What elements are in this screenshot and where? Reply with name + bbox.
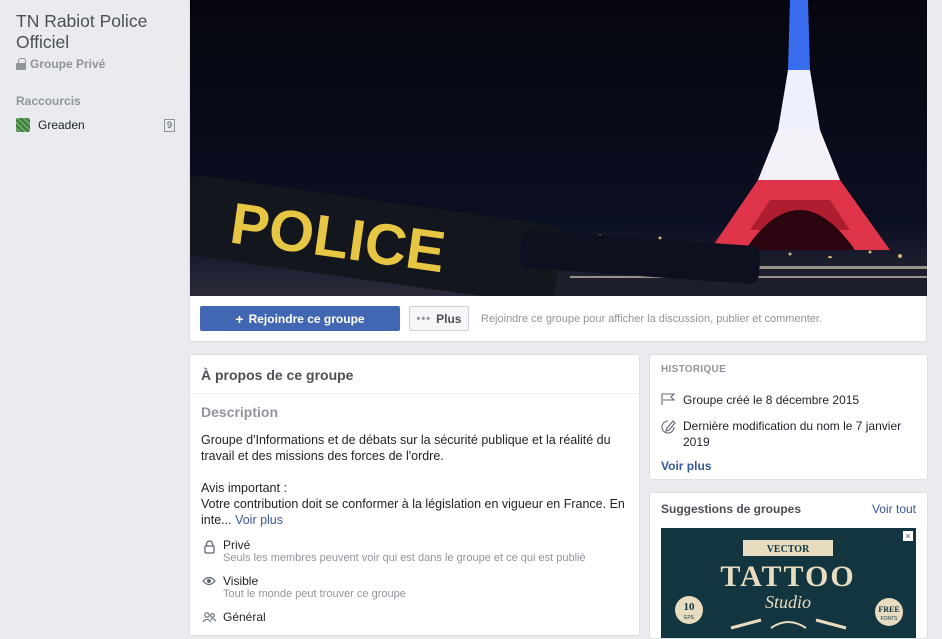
close-icon[interactable]: × — [903, 531, 913, 541]
flag-icon — [661, 392, 677, 410]
image-text-tattoo: TATTOO — [720, 560, 855, 593]
shortcut-item-greaden[interactable]: Greaden 9 — [16, 117, 175, 133]
group-action-bar: + Rejoindre ce groupe ••• Plus Rejoindre… — [200, 306, 822, 331]
cover-photo: POLICE — [190, 0, 927, 296]
history-text: Dernière modification du nom le 7 janvie… — [683, 419, 902, 449]
group-privacy-label: Groupe Privé — [30, 57, 106, 71]
group-privacy: Groupe Privé — [16, 57, 105, 71]
visibility-property: Visible Tout le monde peut trouver ce gr… — [201, 574, 628, 600]
about-heading: À propos de ce groupe — [190, 355, 639, 394]
history-item-created: Groupe créé le 8 décembre 2015 — [661, 392, 916, 410]
image-text-vector: VECTOR — [767, 544, 810, 555]
description-label: Description — [201, 404, 279, 420]
group-thumbnail-icon — [16, 118, 30, 132]
shortcut-badge: 9 — [163, 118, 175, 132]
see-more-link[interactable]: Voir plus — [235, 513, 283, 527]
lock-icon — [201, 538, 217, 564]
badge-free: FREE — [878, 605, 899, 614]
left-sidebar: TN Rabiot Police Officiel Groupe Privé R… — [0, 0, 189, 639]
cover-illustration: POLICE — [190, 0, 927, 296]
property-title: Privé — [223, 538, 251, 552]
about-group-card: À propos de ce groupe Description Groupe… — [189, 354, 640, 636]
edit-icon — [661, 418, 677, 450]
more-button[interactable]: ••• Plus — [409, 306, 469, 331]
history-item-renamed: Dernière modification du nom le 7 janvie… — [661, 418, 916, 450]
property-subtitle: Seuls les membres peuvent voir qui est d… — [223, 552, 586, 564]
join-group-label: Rejoindre ce groupe — [248, 311, 365, 326]
description-text: Groupe d'Informations et de débats sur l… — [201, 432, 628, 528]
see-all-link[interactable]: Voir tout — [872, 502, 916, 516]
suggested-group-image[interactable]: VECTOR TATTOO Studio 10 EPS FREE FONTS × — [661, 528, 916, 638]
badge-sub: EPS — [684, 615, 695, 621]
history-text: Groupe créé le 8 décembre 2015 — [683, 393, 860, 407]
suggestions-heading: Suggestions de groupes — [661, 502, 802, 516]
people-icon — [201, 610, 217, 624]
join-group-button[interactable]: + Rejoindre ce groupe — [200, 306, 400, 331]
group-title[interactable]: TN Rabiot Police Officiel — [16, 11, 181, 53]
badge-free-sub: FONTS — [881, 616, 899, 622]
shortcuts-heading: Raccourcis — [16, 94, 81, 108]
image-text-studio: Studio — [765, 592, 811, 612]
property-title: Visible — [223, 574, 259, 588]
property-title: Général — [223, 610, 266, 624]
property-subtitle: Tout le monde peut trouver ce groupe — [223, 588, 406, 600]
history-heading: HISTORIQUE — [661, 364, 727, 375]
lock-icon — [16, 58, 26, 70]
history-card: HISTORIQUE Groupe créé le 8 décembre 201… — [649, 354, 928, 480]
category-property: Général — [201, 610, 628, 624]
history-see-more-link[interactable]: Voir plus — [661, 459, 916, 473]
join-hint-text: Rejoindre ce groupe pour afficher la dis… — [481, 312, 822, 325]
privacy-property: Privé Seuls les membres peuvent voir qui… — [201, 538, 628, 564]
tattoo-illustration: VECTOR TATTOO Studio 10 EPS FREE FONTS — [661, 528, 916, 638]
eye-icon — [201, 574, 217, 600]
group-suggestions-card: Suggestions de groupes Voir tout VECTOR … — [649, 492, 928, 639]
badge-number: 10 — [684, 601, 696, 613]
shortcut-label: Greaden — [38, 118, 85, 132]
cover-card: POLICE + Rejoindre ce groupe ••• Plus Re… — [189, 0, 927, 342]
more-dots-icon: ••• — [416, 312, 432, 325]
more-button-label: Plus — [436, 311, 462, 326]
plus-icon: + — [235, 310, 244, 327]
